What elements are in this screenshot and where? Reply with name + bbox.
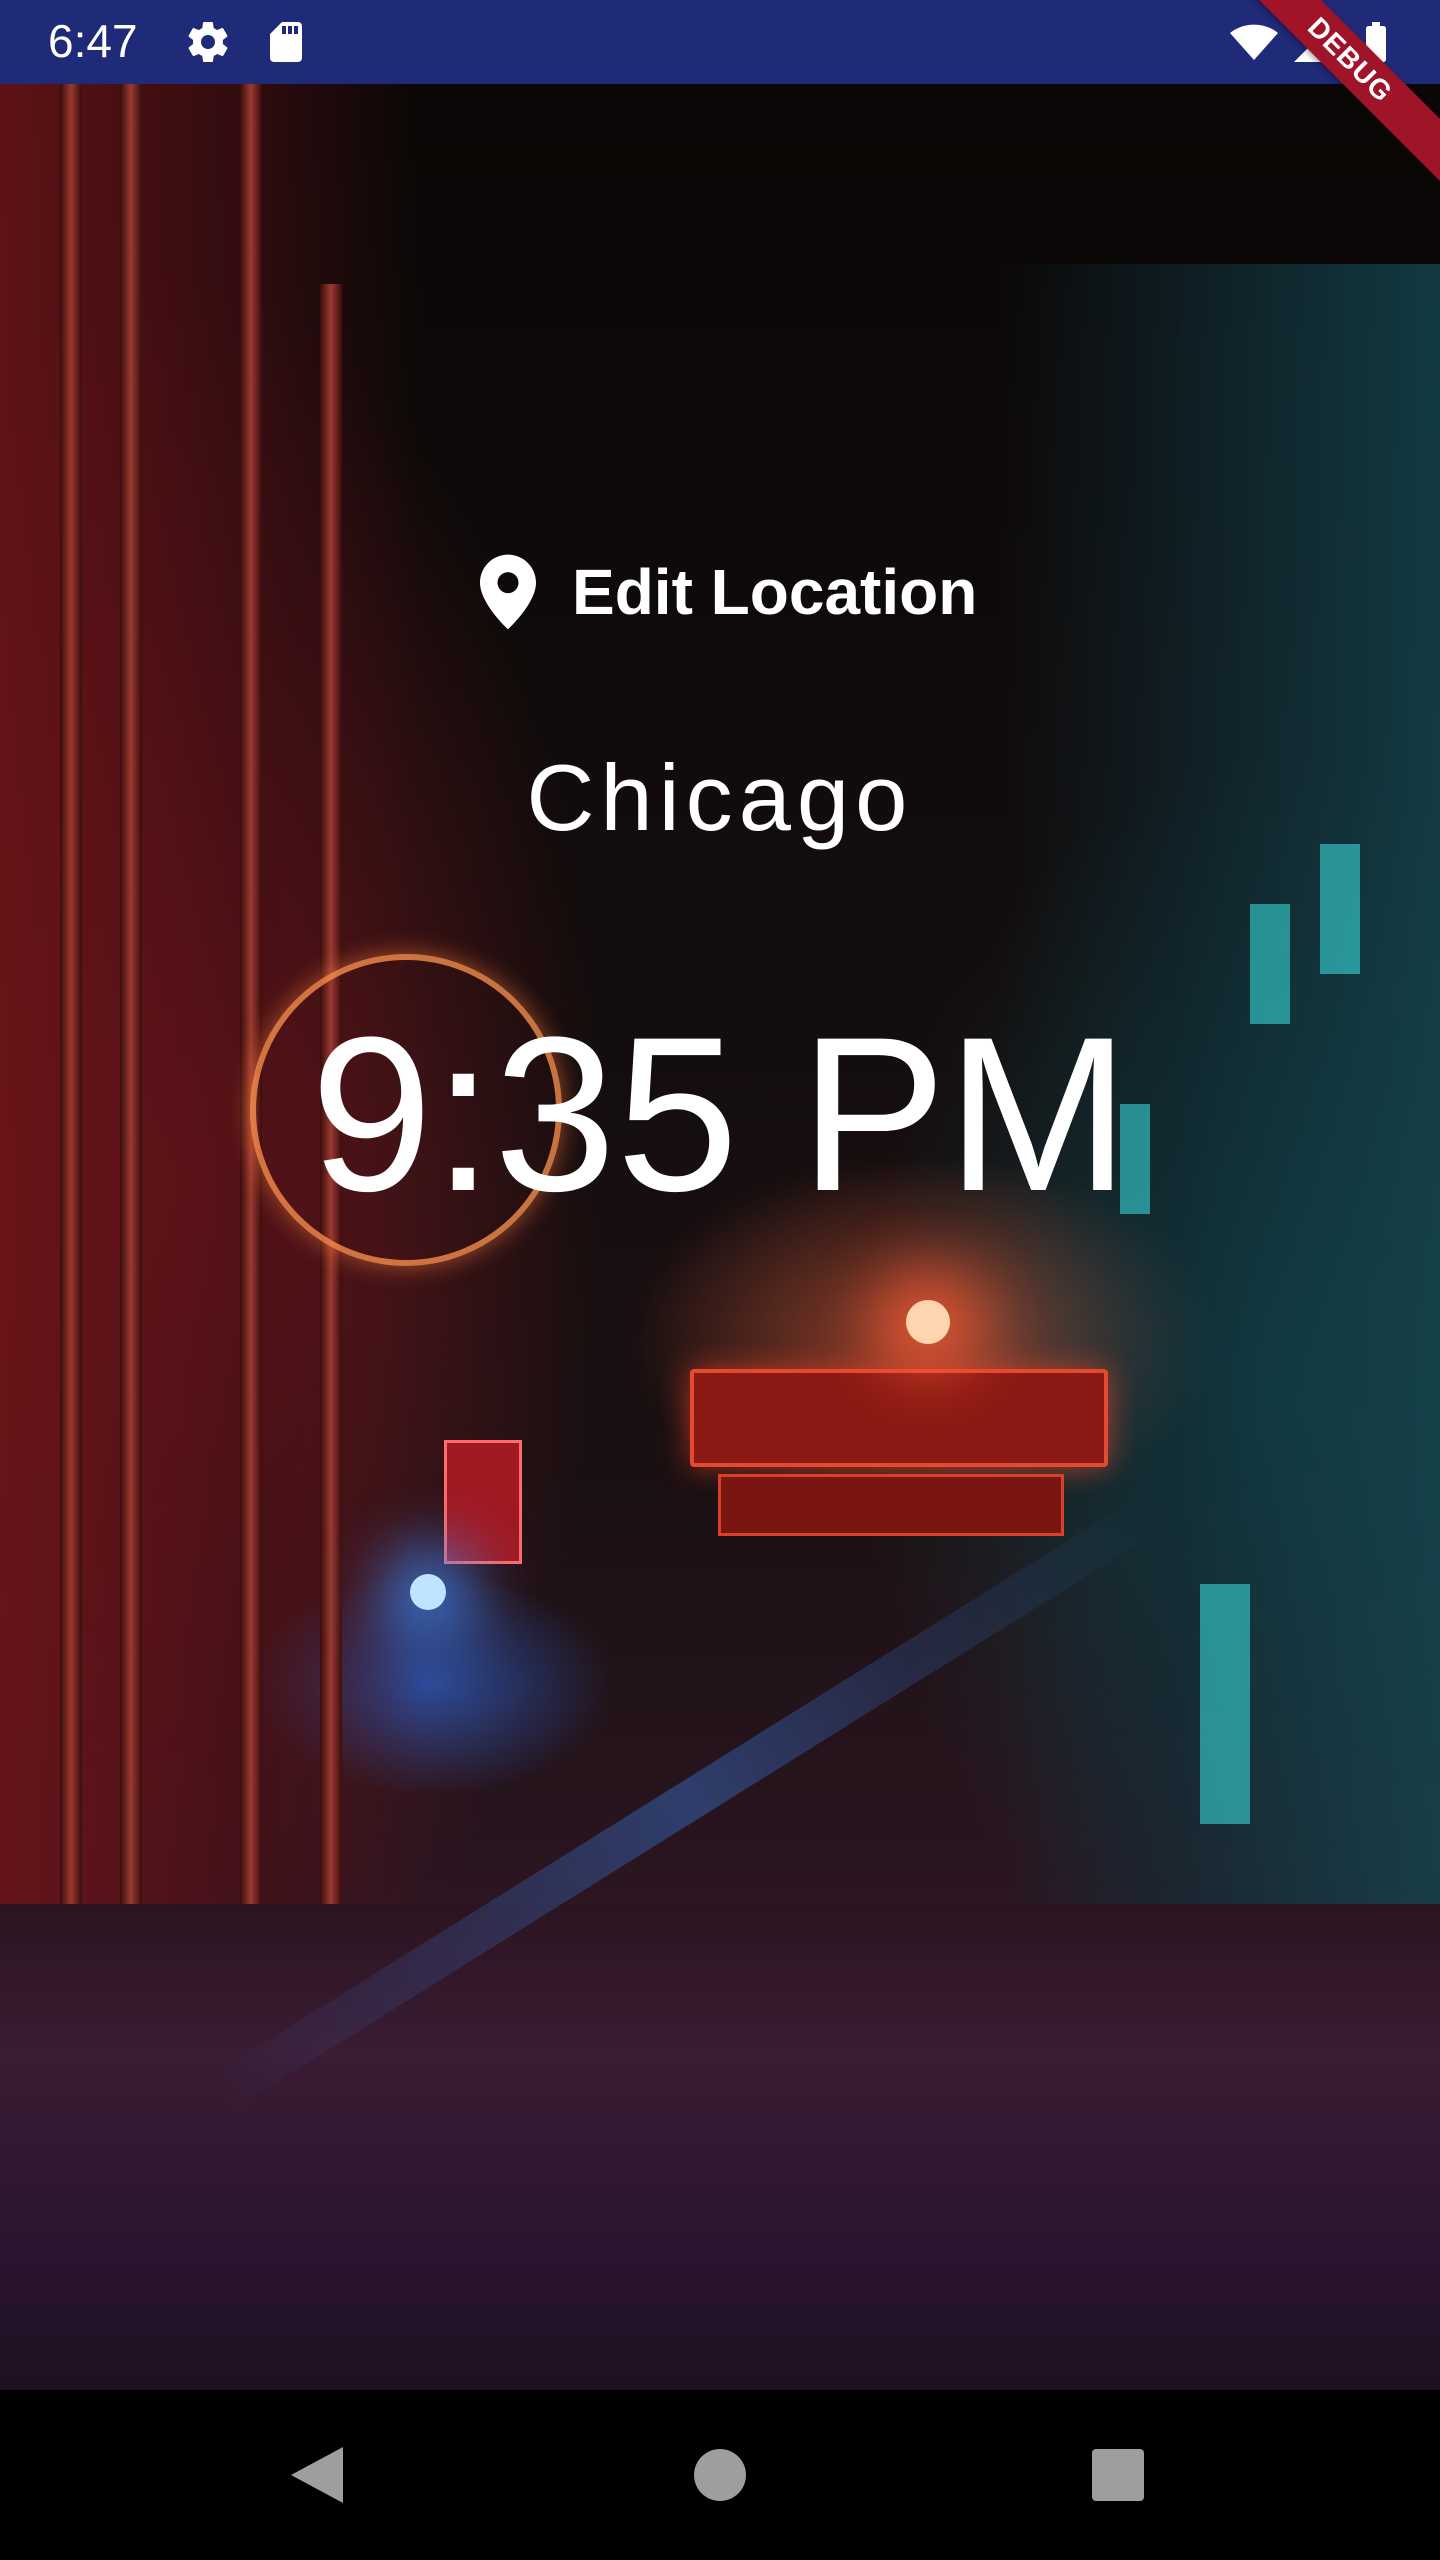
back-icon — [291, 2447, 343, 2503]
recents-icon — [1092, 2449, 1144, 2501]
back-button[interactable] — [272, 2430, 362, 2520]
edit-location-button[interactable]: Edit Location — [460, 542, 997, 642]
home-button[interactable] — [675, 2430, 765, 2520]
local-time: 9:35 PM — [310, 991, 1130, 1237]
city-name: Chicago — [526, 745, 914, 850]
main-content: Edit Location Chicago 9:35 PM — [0, 84, 1440, 2390]
gear-icon — [188, 22, 228, 63]
home-icon — [694, 2449, 746, 2501]
sd-card-icon — [270, 22, 302, 62]
status-time: 6:47 — [48, 15, 138, 67]
wifi-icon — [1230, 24, 1278, 61]
edit-location-label: Edit Location — [572, 556, 978, 628]
recents-button[interactable] — [1073, 2430, 1163, 2520]
app-screen: 6:47 DEBUG Edit Location Chicago 9:35 PM — [0, 0, 1440, 2560]
location-pin-icon — [480, 554, 536, 630]
status-bar: 6:47 DEBUG — [0, 0, 1440, 189]
navigation-bar — [0, 2390, 1440, 2560]
